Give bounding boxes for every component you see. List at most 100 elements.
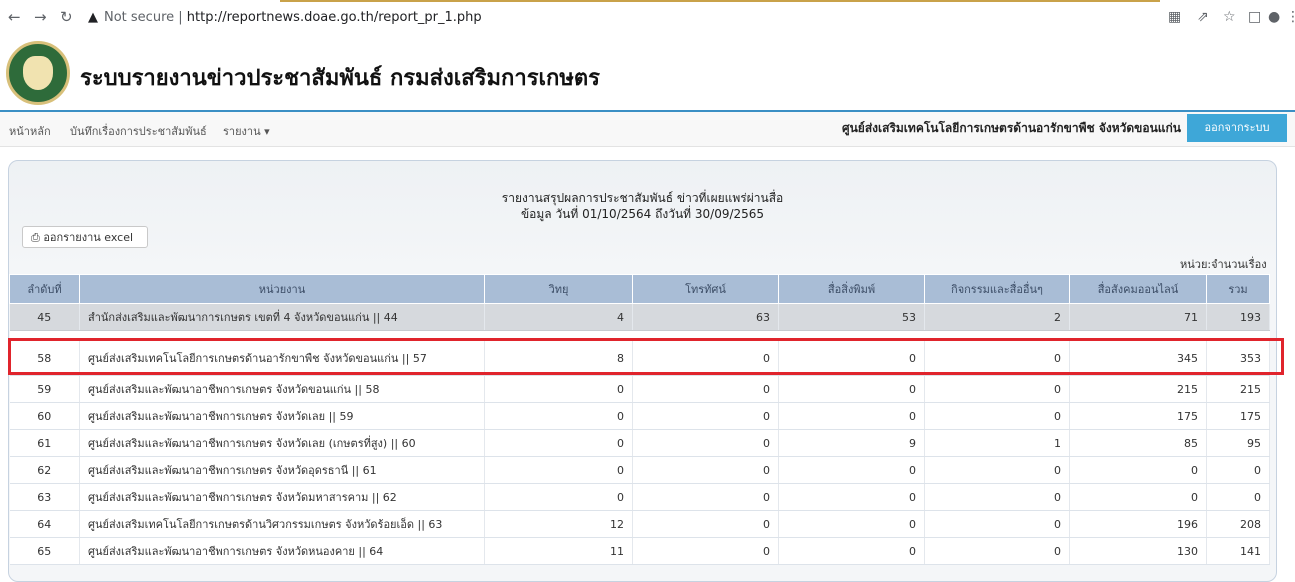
- cell-agency: ศูนย์ส่งเสริมและพัฒนาอาชีพการเกษตร จังหว…: [79, 429, 485, 457]
- cell-seq: 64: [9, 510, 80, 538]
- cell-seq: 59: [9, 375, 80, 403]
- cell-total: 141: [1206, 537, 1270, 565]
- cell-seq: 63: [9, 483, 80, 511]
- table-row: 59 ศูนย์ส่งเสริมและพัฒนาอาชีพการเกษตร จั…: [9, 375, 1270, 403]
- cell-seq: 65: [9, 537, 80, 565]
- cell-seq: 61: [9, 429, 80, 457]
- cell-agency: ศูนย์ส่งเสริมและพัฒนาอาชีพการเกษตร จังหว…: [79, 483, 485, 511]
- tab-highlight: [280, 0, 1160, 2]
- logout-button[interactable]: ออกจากระบบ: [1187, 114, 1287, 142]
- table-row: 45 สำนักส่งเสริมและพัฒนาการเกษตร เขตที่ …: [9, 303, 1270, 331]
- cell-agency: สำนักส่งเสริมและพัฒนาการเกษตร เขตที่ 4 จ…: [79, 303, 485, 331]
- cell-activities: 0: [924, 375, 1070, 403]
- col-header-seq: ลำดับที่: [9, 274, 80, 304]
- forward-icon[interactable]: →: [34, 8, 47, 26]
- cell-total: 175: [1206, 402, 1270, 430]
- cell-seq: 45: [9, 303, 80, 331]
- cell-agency: ศูนย์ส่งเสริมเทคโนโลยีการเกษตรด้านวิศวกร…: [79, 510, 485, 538]
- cell-social: 215: [1069, 375, 1207, 403]
- cell-social: 0: [1069, 483, 1207, 511]
- cell-radio: 0: [484, 375, 633, 403]
- report-date-range: ข้อมูล วันที่ 01/10/2564 ถึงวันที่ 30/09…: [520, 207, 765, 221]
- share-icon[interactable]: ⇗: [1197, 9, 1209, 25]
- url-text: http://reportnews.doae.go.th/report_pr_1…: [186, 10, 482, 25]
- browser-toolbar: ← → ↻ ▲ Not secure | http://reportnews.do…: [0, 0, 1295, 38]
- warning-icon: ▲: [88, 10, 98, 25]
- export-excel-button[interactable]: ⎙ ออกรายงาน excel: [22, 226, 148, 248]
- cell-tv: 0: [632, 402, 779, 430]
- table-row: 61 ศูนย์ส่งเสริมและพัฒนาอาชีพการเกษตร จั…: [9, 429, 1270, 457]
- caret-down-icon: ▾: [264, 125, 270, 138]
- cell-total: 0: [1206, 456, 1270, 484]
- cell-print: 0: [778, 483, 925, 511]
- cell-radio: 11: [484, 537, 633, 565]
- profile-icon[interactable]: ●: [1268, 9, 1280, 25]
- sidepanel-icon[interactable]: □: [1248, 9, 1261, 25]
- cell-social: 85: [1069, 429, 1207, 457]
- nav-home[interactable]: หน้าหลัก: [9, 122, 51, 140]
- doae-logo: [6, 41, 70, 105]
- org-name: ศูนย์ส่งเสริมเทคโนโลยีการเกษตรด้านอารักข…: [841, 121, 1181, 135]
- reload-icon[interactable]: ↻: [60, 8, 73, 26]
- cell-print: 0: [778, 402, 925, 430]
- cell-tv: 0: [632, 483, 779, 511]
- back-icon[interactable]: ←: [8, 8, 21, 26]
- cell-agency: ศูนย์ส่งเสริมและพัฒนาอาชีพการเกษตร จังหว…: [79, 456, 485, 484]
- cell-activities: 1: [924, 429, 1070, 457]
- cell-total: 193: [1206, 303, 1270, 331]
- translate-icon[interactable]: ▦: [1168, 9, 1181, 25]
- cell-total: 95: [1206, 429, 1270, 457]
- unit-label: หน่วย:จำนวนเรื่อง: [1180, 258, 1267, 271]
- col-header-tv: โทรทัศน์: [632, 274, 779, 304]
- col-header-agency: หน่วยงาน: [79, 274, 485, 304]
- table-row: 62 ศูนย์ส่งเสริมและพัฒนาอาชีพการเกษตร จั…: [9, 456, 1270, 484]
- cell-activities: 0: [924, 510, 1070, 538]
- cell-activities: 0: [924, 402, 1070, 430]
- cell-print: 9: [778, 429, 925, 457]
- cell-print: 0: [778, 537, 925, 565]
- cell-tv: 0: [632, 510, 779, 538]
- table-header-row: ลำดับที่ หน่วยงาน วิทยุ โทรทัศน์ สื่อสิ่…: [9, 274, 1270, 304]
- cell-seq: 60: [9, 402, 80, 430]
- cell-radio: 4: [484, 303, 633, 331]
- cell-social: 175: [1069, 402, 1207, 430]
- nav-report-dropdown[interactable]: รายงาน ▾: [223, 122, 270, 140]
- cell-agency: ศูนย์ส่งเสริมและพัฒนาอาชีพการเกษตร จังหว…: [79, 375, 485, 403]
- cell-tv: 0: [632, 429, 779, 457]
- bookmark-star-icon[interactable]: ☆: [1223, 9, 1236, 25]
- nav-record-pr[interactable]: บันทึกเรื่องการประชาสัมพันธ์: [70, 122, 207, 140]
- cell-total: 0: [1206, 483, 1270, 511]
- col-header-print: สื่อสิ่งพิมพ์: [778, 274, 925, 304]
- col-header-social: สื่อสังคมออนไลน์: [1069, 274, 1207, 304]
- report-table: ลำดับที่ หน่วยงาน วิทยุ โทรทัศน์ สื่อสิ่…: [9, 274, 1270, 565]
- address-bar[interactable]: ▲ Not secure | http://reportnews.doae.go.…: [88, 10, 482, 25]
- highlight-box: [8, 338, 1284, 375]
- cell-agency: ศูนย์ส่งเสริมและพัฒนาอาชีพการเกษตร จังหว…: [79, 537, 485, 565]
- cell-agency: ศูนย์ส่งเสริมและพัฒนาอาชีพการเกษตร จังหว…: [79, 402, 485, 430]
- col-header-activities: กิจกรรมและสื่ออื่นๆ: [924, 274, 1070, 304]
- cell-print: 53: [778, 303, 925, 331]
- cell-tv: 0: [632, 537, 779, 565]
- cell-radio: 0: [484, 429, 633, 457]
- cell-radio: 12: [484, 510, 633, 538]
- cell-tv: 0: [632, 375, 779, 403]
- cell-activities: 2: [924, 303, 1070, 331]
- cell-tv: 63: [632, 303, 779, 331]
- printer-icon: ⎙: [31, 231, 40, 244]
- cell-print: 0: [778, 456, 925, 484]
- cell-social: 130: [1069, 537, 1207, 565]
- cell-total: 215: [1206, 375, 1270, 403]
- cell-activities: 0: [924, 483, 1070, 511]
- cell-social: 0: [1069, 456, 1207, 484]
- menu-icon[interactable]: ⋮: [1286, 9, 1295, 25]
- table-row: 63 ศูนย์ส่งเสริมและพัฒนาอาชีพการเกษตร จั…: [9, 483, 1270, 511]
- cell-print: 0: [778, 375, 925, 403]
- col-header-radio: วิทยุ: [484, 274, 633, 304]
- cell-tv: 0: [632, 456, 779, 484]
- main-navbar: หน้าหลัก บันทึกเรื่องการประชาสัมพันธ์ รา…: [0, 112, 1295, 147]
- security-label: Not secure: [104, 10, 175, 25]
- cell-social: 71: [1069, 303, 1207, 331]
- site-title: ระบบรายงานข่าวประชาสัมพันธ์ กรมส่งเสริมก…: [80, 66, 600, 91]
- cell-seq: 62: [9, 456, 80, 484]
- table-row: 65 ศูนย์ส่งเสริมและพัฒนาอาชีพการเกษตร จั…: [9, 537, 1270, 565]
